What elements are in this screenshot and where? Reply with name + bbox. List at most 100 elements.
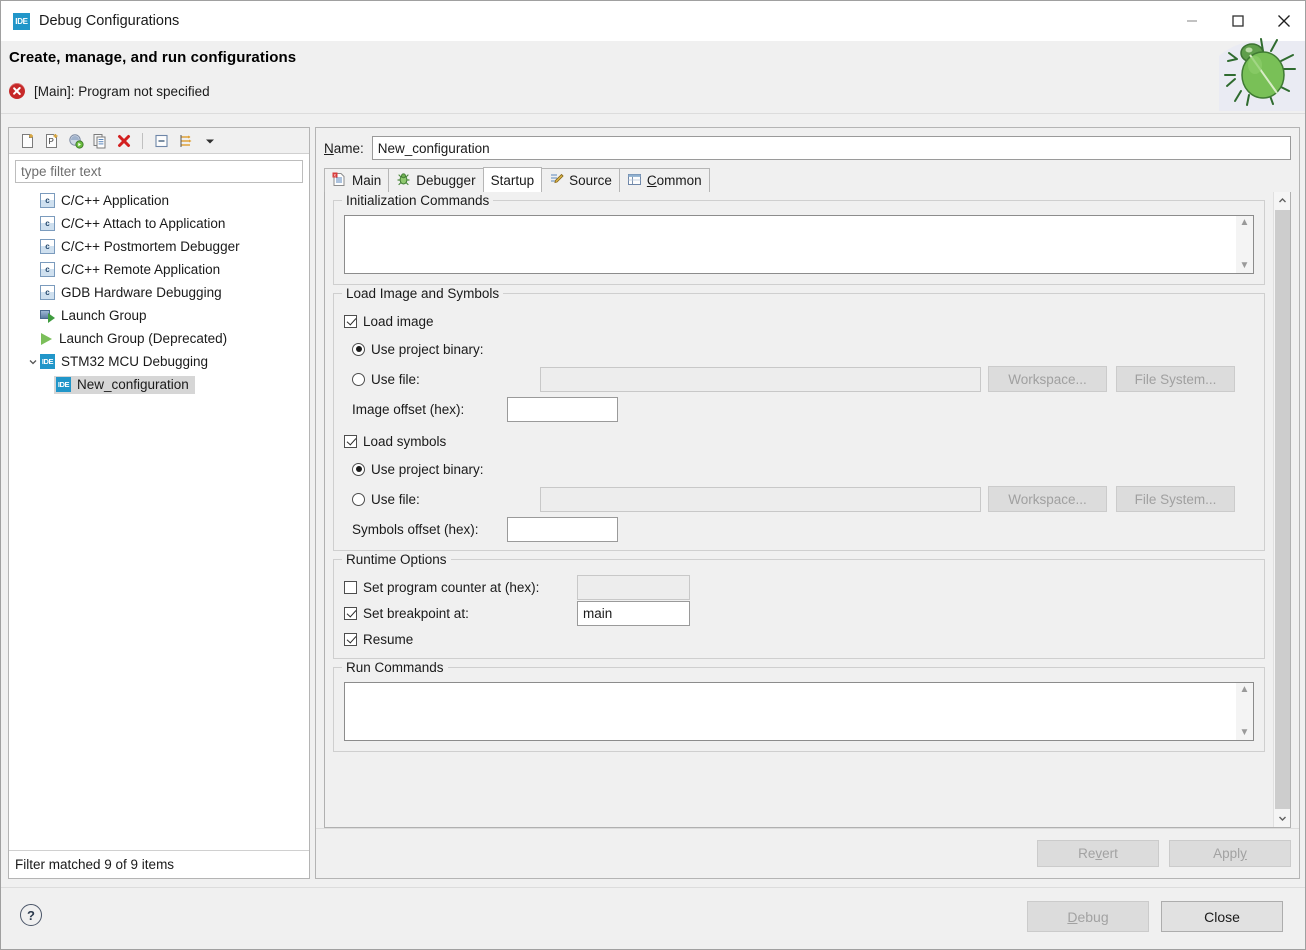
minimize-icon[interactable] — [1169, 1, 1215, 41]
export-icon[interactable] — [65, 131, 86, 151]
program-counter-input[interactable] — [577, 574, 690, 600]
initialization-commands-textarea[interactable] — [345, 216, 1236, 273]
configurations-tree[interactable]: c C/C++ Application c C/C++ Attach to Ap… — [9, 183, 309, 850]
set-breakpoint-checkbox[interactable] — [344, 606, 357, 620]
search-input[interactable] — [15, 160, 303, 183]
maximize-icon[interactable] — [1215, 1, 1261, 41]
tab-common[interactable]: Common — [618, 168, 710, 192]
scroll-up-icon[interactable] — [1274, 192, 1291, 209]
debug-button[interactable]: Debug — [1027, 901, 1149, 932]
initialization-commands-group: Initialization Commands ▲ ▼ — [333, 193, 1265, 285]
symbols-file-input[interactable] — [540, 486, 981, 512]
close-icon[interactable] — [1261, 1, 1305, 41]
scroll-down-icon[interactable] — [1274, 810, 1291, 827]
load-symbols-checkbox-row[interactable]: Load symbols — [344, 428, 1254, 454]
ide-icon: IDE — [13, 12, 30, 30]
chevron-up-icon[interactable]: ▲ — [1240, 218, 1250, 228]
tree-item-launch-group[interactable]: Launch Group — [9, 304, 309, 327]
apply-button[interactable]: Apply — [1169, 840, 1291, 867]
tree-item-label: C/C++ Postmortem Debugger — [61, 239, 240, 254]
group-legend: Run Commands — [342, 660, 448, 675]
tab-label: Main — [352, 173, 382, 188]
tree-item-new-configuration[interactable]: IDE New_configuration — [9, 373, 309, 396]
image-use-file-row: Use file: Workspace... File System... — [352, 364, 1254, 394]
image-offset-row: Image offset (hex): — [352, 394, 1254, 424]
resume-checkbox[interactable] — [344, 632, 357, 646]
launch-group-icon — [40, 308, 55, 323]
tree-item-gdb-hardware-debugging[interactable]: c GDB Hardware Debugging — [9, 281, 309, 304]
tree-item-cpp-attach-to-application[interactable]: c C/C++ Attach to Application — [9, 212, 309, 235]
initialization-commands-scrollbar[interactable]: ▲ ▼ — [1236, 216, 1253, 273]
duplicate-icon[interactable] — [89, 131, 110, 151]
tab-startup[interactable]: Startup — [482, 167, 543, 192]
filter-icon[interactable] — [175, 131, 196, 151]
symbols-filesystem-button[interactable]: File System... — [1116, 486, 1235, 512]
breakpoint-input[interactable] — [577, 600, 690, 626]
c-icon: c — [40, 216, 55, 231]
image-use-project-binary-row[interactable]: Use project binary: — [352, 334, 1254, 364]
tree-item-stm32-mcu-debugging[interactable]: IDE STM32 MCU Debugging — [9, 350, 309, 373]
group-legend: Initialization Commands — [342, 193, 494, 208]
filter-area — [9, 154, 309, 183]
run-commands-textarea[interactable] — [345, 683, 1236, 740]
set-program-counter-label: Set program counter at (hex): — [363, 579, 540, 595]
image-workspace-button[interactable]: Workspace... — [988, 366, 1107, 392]
main-tab-icon: x — [332, 172, 347, 190]
symbols-workspace-button[interactable]: Workspace... — [988, 486, 1107, 512]
common-tab-icon — [627, 172, 642, 190]
symbols-offset-row: Symbols offset (hex): — [352, 514, 1254, 544]
image-use-file-radio[interactable] — [352, 372, 365, 386]
image-use-file-label: Use file: — [371, 371, 420, 387]
symbols-use-project-binary-row[interactable]: Use project binary: — [352, 454, 1254, 484]
tree-item-cpp-application[interactable]: c C/C++ Application — [9, 189, 309, 212]
set-program-counter-checkbox[interactable] — [344, 580, 357, 594]
image-use-project-binary-radio[interactable] — [352, 342, 365, 356]
symbols-use-file-radio[interactable] — [352, 492, 365, 506]
load-image-checkbox-row[interactable]: Load image — [344, 308, 1254, 334]
run-commands-field[interactable]: ▲ ▼ — [344, 682, 1254, 741]
content-scrollbar[interactable] — [1273, 192, 1290, 827]
chevron-up-icon[interactable]: ▲ — [1240, 685, 1250, 695]
svg-text:P: P — [48, 137, 53, 146]
chevron-down-icon[interactable]: ▼ — [1240, 261, 1250, 271]
configurations-panel: P type filter text c C/C++ Application c… — [8, 127, 310, 879]
symbols-offset-input[interactable] — [507, 516, 618, 542]
scrollbar-thumb[interactable] — [1274, 210, 1290, 809]
run-commands-scrollbar[interactable]: ▲ ▼ — [1236, 683, 1253, 740]
resume-row[interactable]: Resume — [344, 626, 1254, 652]
tree-item-cpp-remote-application[interactable]: c C/C++ Remote Application — [9, 258, 309, 281]
initialization-commands-field[interactable]: ▲ ▼ — [344, 215, 1254, 274]
chevron-down-icon[interactable] — [26, 357, 40, 367]
tree-item-cpp-postmortem-debugger[interactable]: c C/C++ Postmortem Debugger — [9, 235, 309, 258]
tree-item-launch-group-deprecated[interactable]: Launch Group (Deprecated) — [9, 327, 309, 350]
new-launch-configuration-icon[interactable] — [17, 131, 38, 151]
ide-icon: IDE — [40, 354, 55, 369]
close-button[interactable]: Close — [1161, 901, 1283, 932]
status-message-text: [Main]: Program not specified — [34, 83, 210, 99]
image-file-input[interactable] — [540, 366, 981, 392]
tab-source[interactable]: Source — [541, 168, 620, 192]
symbols-use-project-binary-radio[interactable] — [352, 462, 365, 476]
tab-label: Startup — [490, 172, 535, 188]
revert-button[interactable]: Revert — [1037, 840, 1159, 867]
debugger-tab-icon — [396, 172, 411, 190]
image-filesystem-button[interactable]: File System... — [1116, 366, 1235, 392]
page-title: Create, manage, and run configurations — [9, 49, 297, 66]
chevron-down-icon[interactable] — [199, 131, 220, 151]
chevron-down-icon[interactable]: ▼ — [1240, 728, 1250, 738]
load-image-checkbox[interactable] — [344, 314, 357, 328]
debug-configurations-dialog: IDE Debug Configurations Create, manage,… — [0, 0, 1306, 950]
tab-label: Source — [569, 173, 612, 188]
tab-debugger[interactable]: Debugger — [388, 168, 484, 192]
delete-icon[interactable] — [113, 131, 134, 151]
configuration-name-input[interactable] — [371, 136, 1291, 160]
collapse-all-icon[interactable] — [151, 131, 172, 151]
set-breakpoint-row: Set breakpoint at: — [344, 600, 1254, 626]
help-icon[interactable]: ? — [20, 904, 42, 926]
image-offset-input[interactable] — [507, 396, 618, 422]
new-prototype-icon[interactable]: P — [41, 131, 62, 151]
runtime-options-group: Runtime Options Set program counter at (… — [333, 552, 1265, 659]
load-symbols-label: Load symbols — [363, 433, 447, 449]
tab-main[interactable]: x Main — [324, 168, 390, 192]
load-symbols-checkbox[interactable] — [344, 434, 357, 448]
